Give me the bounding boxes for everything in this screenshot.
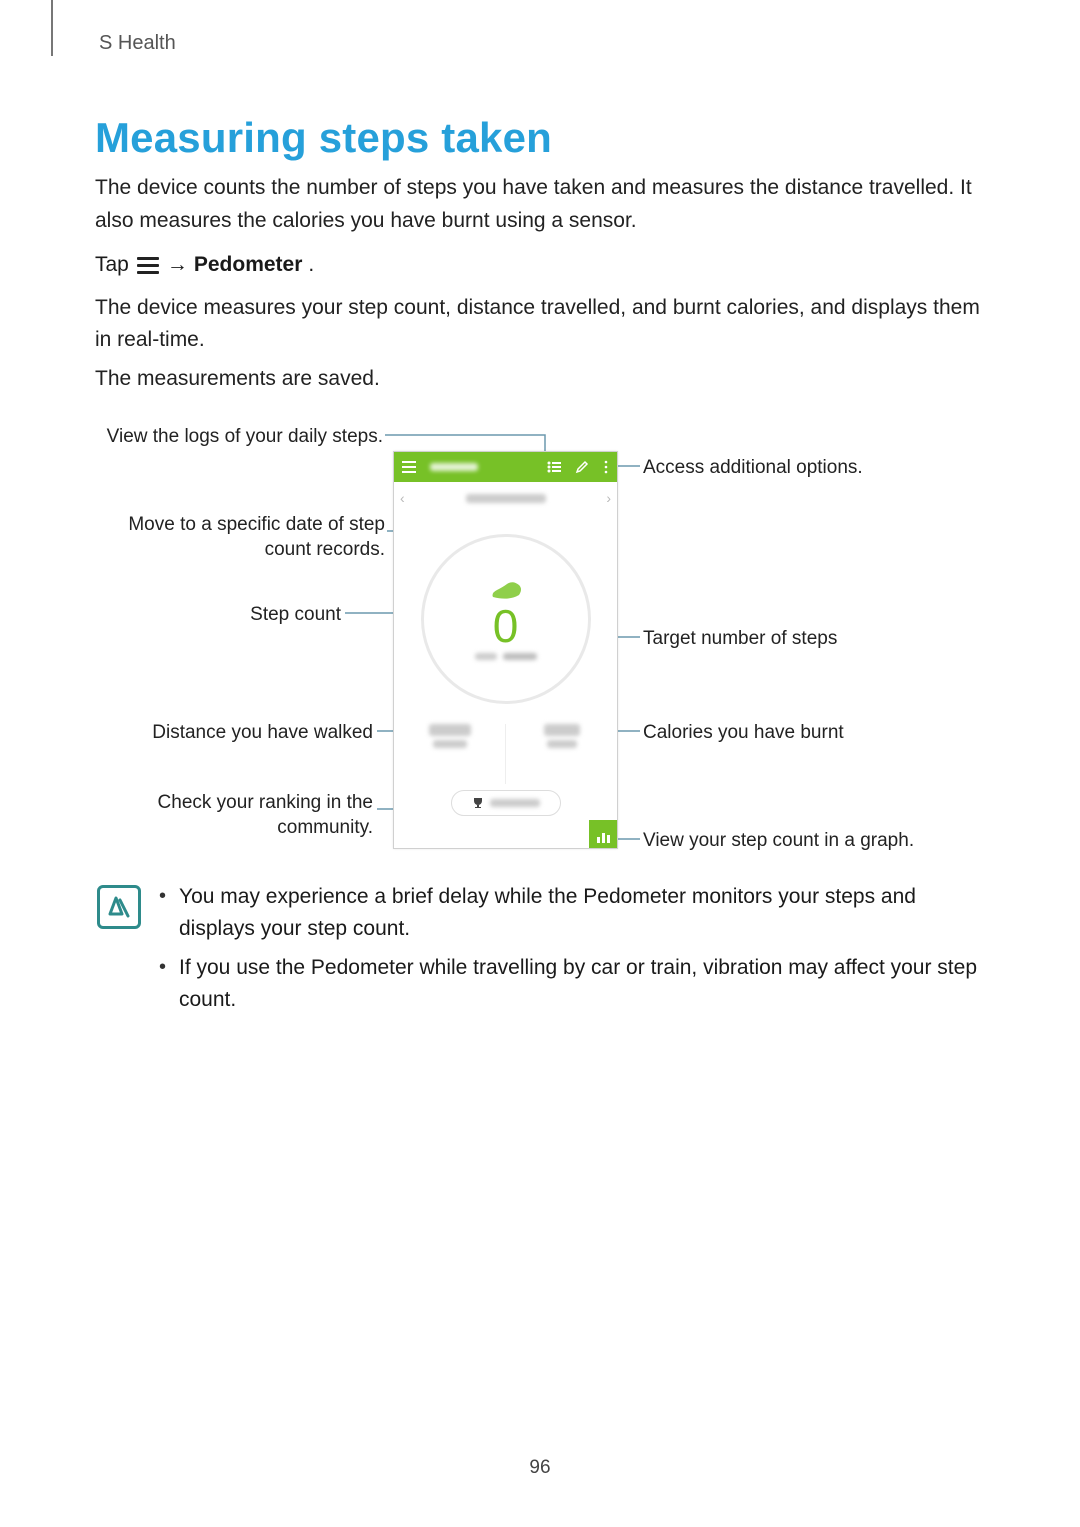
goal-blur-2 [503,653,537,660]
header-rule [51,0,53,56]
paragraph-3: The measurements are saved. [95,363,985,396]
graph-corner-button[interactable] [589,820,617,848]
app-bar [394,452,617,482]
distance-value-blur [429,724,471,736]
edit-icon[interactable] [575,460,589,474]
callout-calories: Calories you have burnt [643,721,844,746]
date-nav-bar: ‹ › [394,482,617,514]
scoreboard-pill[interactable] [451,790,561,816]
list-icon[interactable] [547,461,561,473]
tap-suffix: . [308,249,314,282]
note-item-1: You may experience a brief delay while t… [159,881,985,944]
cal-label-blur [547,740,577,748]
menu-icon[interactable] [402,461,416,473]
distance-cell [394,724,505,784]
distance-label-blur [433,740,467,748]
callout-target: Target number of steps [643,627,837,652]
phone-screenshot: ‹ › 0 [393,451,618,849]
more-icon[interactable] [603,460,609,474]
trophy-icon [472,797,484,809]
section-name: S Health [99,32,176,55]
paragraph-2: The device measures your step count, dis… [95,292,985,357]
note-icon [97,885,141,929]
callout-step-count: Step count [95,603,341,628]
tap-target: Pedometer [194,249,303,282]
intro-paragraph: The device counts the number of steps yo… [95,172,985,237]
tap-prefix: Tap [95,249,129,282]
callout-ranking: Check your ranking in the community. [95,791,373,840]
note-block: You may experience a brief delay while t… [95,881,985,1023]
stats-row [394,724,617,784]
callout-graph: View your step count in a graph. [643,829,914,854]
note-item-2: If you use the Pedometer while travellin… [159,952,985,1015]
tap-instruction: Tap → Pedometer . [95,249,985,282]
menu-icon [137,257,159,274]
callout-date-nav: Move to a specific date of step count re… [95,513,385,562]
calories-cell [505,724,617,784]
dial-area: 0 [394,514,617,724]
goal-blur [475,653,497,660]
page-title: Measuring steps taken [95,114,985,162]
cal-value-blur [544,724,580,736]
step-dial: 0 [421,534,591,704]
date-prev-icon[interactable]: ‹ [400,490,405,506]
date-blur [466,494,546,503]
annotated-figure: View the logs of your daily steps. Move … [95,421,985,861]
page-number: 96 [0,1457,1080,1479]
callout-distance: Distance you have walked [95,721,373,746]
appbar-title-blur [430,463,478,471]
running-header: S Health [95,0,985,64]
callout-options: Access additional options. [643,456,863,481]
step-count-value: 0 [493,603,519,649]
date-next-icon[interactable]: › [606,490,611,506]
pill-blur [490,799,540,807]
callout-logs: View the logs of your daily steps. [95,425,383,450]
note-list: You may experience a brief delay while t… [159,881,985,1023]
arrow-glyph: → [167,249,188,282]
